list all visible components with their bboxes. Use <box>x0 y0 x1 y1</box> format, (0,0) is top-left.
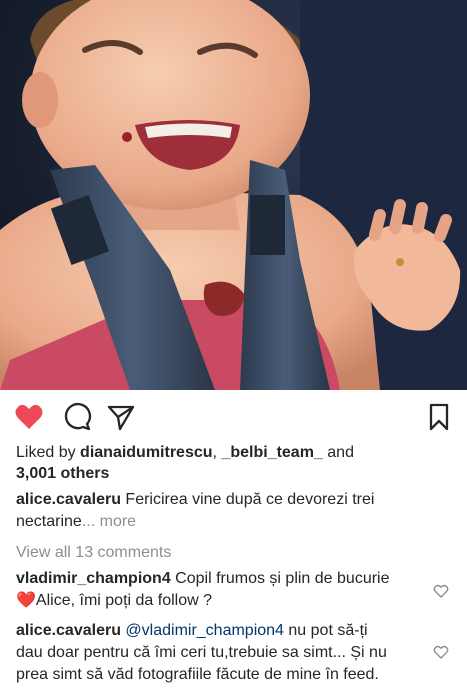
caption-text-continued: nectarine <box>16 513 82 530</box>
heart-outline-icon[interactable] <box>433 583 449 599</box>
heart-filled-icon[interactable] <box>14 402 44 432</box>
comment-text: Copil frumos și plin de bucurie <box>175 570 390 587</box>
likes-summary: Liked by dianaidumitrescu, _belbi_team_ … <box>16 442 455 464</box>
caption: alice.cavaleru Fericirea vine după ce de… <box>16 489 455 511</box>
bookmark-icon[interactable] <box>424 402 454 432</box>
comment-text-continued: Alice, îmi poți da follow ? <box>35 592 212 609</box>
liked-separator: , <box>212 444 217 461</box>
comment-username[interactable]: alice.cavaleru <box>16 622 121 639</box>
liked-prefix: Liked by <box>16 444 76 461</box>
post-image <box>0 0 467 390</box>
post-photo[interactable] <box>0 0 467 390</box>
paper-plane-icon[interactable] <box>106 402 136 432</box>
caption-text: Fericirea vine după ce devorezi trei <box>125 491 375 508</box>
comment: alice.cavaleru @vladimir_champion4 nu po… <box>16 620 427 642</box>
comment-text: nu pot să-ți <box>288 622 368 639</box>
view-all-comments-link[interactable]: View all 13 comments <box>16 542 455 564</box>
comment-line3: prea simt să văd fotografiile făcute de … <box>16 666 379 683</box>
comment-mention-link[interactable]: @vladimir_champion4 <box>125 622 284 639</box>
heart-outline-icon[interactable] <box>433 644 449 660</box>
action-bar <box>0 390 467 442</box>
comment-line2: ❤️Alice, îmi poți da follow ? <box>16 590 427 612</box>
liked-user-link[interactable]: _belbi_team_ <box>221 444 322 461</box>
liked-and: and <box>327 444 354 461</box>
caption-line2: nectarine... more <box>16 511 455 533</box>
comment-line2: dau doar pentru că îmi ceri tu,trebuie s… <box>16 644 387 661</box>
caption-username[interactable]: alice.cavaleru <box>16 491 121 508</box>
liked-user-link[interactable]: dianaidumitrescu <box>80 444 212 461</box>
caption-more-link[interactable]: ... more <box>82 513 136 530</box>
comment-icon[interactable] <box>62 402 92 432</box>
comment-username[interactable]: vladimir_champion4 <box>16 570 171 587</box>
comment: vladimir_champion4 Copil frumos și plin … <box>16 568 427 590</box>
liked-others-link[interactable]: 3,001 others <box>16 463 455 485</box>
red-heart-emoji: ❤️ <box>16 592 36 609</box>
